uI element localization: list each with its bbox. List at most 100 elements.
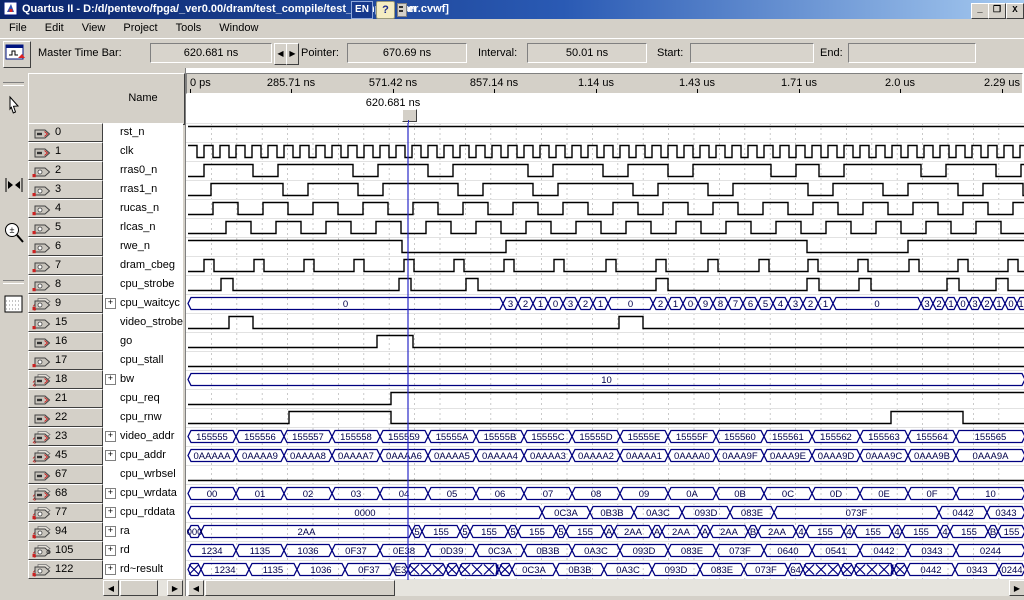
signal-handle-1[interactable]: 1 xyxy=(28,142,103,161)
signal-handle-8[interactable]: 8 xyxy=(28,275,103,294)
expand-plus-icon[interactable]: + xyxy=(105,374,116,385)
menu-item-window[interactable]: Window xyxy=(210,19,267,38)
signal-handle-22[interactable]: 22 xyxy=(28,408,103,427)
signal-name-cpu_stall[interactable]: cpu_stall xyxy=(103,351,183,370)
zoom-tool-icon[interactable]: ± xyxy=(2,220,26,246)
signal-handle-15[interactable]: 15 xyxy=(28,313,103,332)
expand-plus-icon[interactable]: + xyxy=(105,488,116,499)
signal-name-rras1_n[interactable]: rras1_n xyxy=(103,180,183,199)
timeline-ruler[interactable]: 0 ps285.71 ns571.42 ns857.14 ns1.14 us1.… xyxy=(186,73,1023,94)
waveform-hscrollbar[interactable]: ◀ ▶ xyxy=(188,580,1024,596)
signal-name-ra[interactable]: +ra xyxy=(103,522,183,541)
menu-item-file[interactable]: File xyxy=(0,19,36,38)
scrollbar-thumb[interactable] xyxy=(120,580,158,596)
signal-name-video_strobe[interactable]: video_strobe xyxy=(103,313,183,332)
menu-item-project[interactable]: Project xyxy=(114,19,166,38)
signal-handle-94[interactable]: 94 xyxy=(28,522,103,541)
scroll-left-icon[interactable]: ◀ xyxy=(188,580,204,596)
signal-handle-6[interactable]: 6 xyxy=(28,237,103,256)
wave-rucas_n[interactable] xyxy=(188,203,1024,215)
wave-video_addr[interactable]: 15555515555615555715555815555915555A1555… xyxy=(188,431,1024,444)
signal-handle-67[interactable]: 67 xyxy=(28,465,103,484)
signal-name-go[interactable]: go xyxy=(103,332,183,351)
start-field[interactable] xyxy=(690,43,814,63)
scroll-left-icon[interactable]: ◀ xyxy=(103,580,119,596)
end-field[interactable] xyxy=(848,43,976,63)
grid-view-icon[interactable] xyxy=(2,292,26,318)
minimize-button[interactable]: _ xyxy=(971,3,989,19)
waveform-display[interactable]: 0321032102109876543210321032101101555551… xyxy=(186,123,1024,580)
selection-tool-icon[interactable] xyxy=(2,94,26,120)
signal-handle-45[interactable]: 45 xyxy=(28,446,103,465)
signal-handle-17[interactable]: 17 xyxy=(28,351,103,370)
signal-handle-105[interactable]: 105 xyxy=(28,541,103,560)
time-bar-tool-icon[interactable] xyxy=(2,172,26,198)
wave-rd~result[interactable]: 1234113510360F37E30C3A0B3B0A3C093D083E07… xyxy=(188,564,1024,577)
signal-handle-18[interactable]: 18 xyxy=(28,370,103,389)
scroll-right-icon[interactable]: ▶ xyxy=(1009,580,1024,596)
signal-name-bw[interactable]: +bw xyxy=(103,370,183,389)
signal-handle-3[interactable]: 3 xyxy=(28,180,103,199)
signal-handle-16[interactable]: 16 xyxy=(28,332,103,351)
signal-name-cpu_addr[interactable]: +cpu_addr xyxy=(103,446,183,465)
signal-name-rucas_n[interactable]: rucas_n xyxy=(103,199,183,218)
master-time-cursor-handle[interactable] xyxy=(402,109,417,122)
expand-plus-icon[interactable]: + xyxy=(105,431,116,442)
signal-name-cpu_waitcyc[interactable]: +cpu_waitcyc xyxy=(103,294,183,313)
signal-handle-7[interactable]: 7 xyxy=(28,256,103,275)
signal-name-rwe_n[interactable]: rwe_n xyxy=(103,237,183,256)
signal-handle-9[interactable]: 9 xyxy=(28,294,103,313)
signal-name-rd~result[interactable]: +rd~result xyxy=(103,560,183,579)
signal-name-cpu_rddata[interactable]: +cpu_rddata xyxy=(103,503,183,522)
language-bar-options-icon[interactable] xyxy=(397,3,407,17)
language-indicator[interactable]: EN xyxy=(351,1,373,19)
wave-dram_cbeg[interactable] xyxy=(188,260,1024,272)
wave-go[interactable] xyxy=(188,336,1024,348)
signal-handle-68[interactable]: 68 xyxy=(28,484,103,503)
time-bar-strip[interactable]: 620.681 ns xyxy=(186,95,1024,123)
signal-name-clk[interactable]: clk xyxy=(103,142,183,161)
signal-name-rst_n[interactable]: rst_n xyxy=(103,123,183,142)
signal-handle-0[interactable]: 0 xyxy=(28,123,103,142)
signal-handle-4[interactable]: 4 xyxy=(28,199,103,218)
waveform-editor-icon[interactable] xyxy=(3,41,31,68)
expand-plus-icon[interactable]: + xyxy=(105,450,116,461)
expand-plus-icon[interactable]: + xyxy=(105,564,116,575)
signal-handle-77[interactable]: 77 xyxy=(28,503,103,522)
signal-name-cpu_req[interactable]: cpu_req xyxy=(103,389,183,408)
language-help-icon[interactable]: ? xyxy=(376,1,395,19)
signal-handle-5[interactable]: 5 xyxy=(28,218,103,237)
expand-plus-icon[interactable]: + xyxy=(105,298,116,309)
menu-item-view[interactable]: View xyxy=(73,19,115,38)
expand-plus-icon[interactable]: + xyxy=(105,507,116,518)
wave-rd[interactable]: 1234113510360F370E380D390C3A0B3B0A3C093D… xyxy=(188,545,1024,558)
expand-plus-icon[interactable]: + xyxy=(105,526,116,537)
signal-handle-2[interactable]: 2 xyxy=(28,161,103,180)
wave-cpu_addr[interactable]: 0AAAAA0AAAA90AAAA80AAAA70AAAA60AAAA50AAA… xyxy=(188,450,1024,463)
signal-handle-21[interactable]: 21 xyxy=(28,389,103,408)
expand-plus-icon[interactable]: + xyxy=(105,545,116,556)
signal-name-cpu_strobe[interactable]: cpu_strobe xyxy=(103,275,183,294)
name-panel-hscrollbar[interactable]: ◀ ▶ xyxy=(103,580,183,596)
wave-clk[interactable] xyxy=(188,146,1024,158)
time-step-right-button[interactable]: ▶ xyxy=(286,43,299,65)
signal-name-rd[interactable]: +rd xyxy=(103,541,183,560)
signal-name-rras0_n[interactable]: rras0_n xyxy=(103,161,183,180)
signal-name-video_addr[interactable]: +video_addr xyxy=(103,427,183,446)
master-time-bar-field[interactable]: 620.681 ns xyxy=(150,43,272,63)
signal-handle-23[interactable]: 23 xyxy=(28,427,103,446)
scroll-right-icon[interactable]: ▶ xyxy=(167,580,183,596)
close-button[interactable]: X xyxy=(1006,3,1024,19)
menu-item-edit[interactable]: Edit xyxy=(36,19,73,38)
scrollbar-thumb[interactable] xyxy=(205,580,395,596)
signal-handle-122[interactable]: 122 xyxy=(28,560,103,579)
wave-rwe_n[interactable] xyxy=(188,241,1024,253)
restore-button[interactable]: ❐ xyxy=(988,3,1006,19)
signal-name-cpu_wrdata[interactable]: +cpu_wrdata xyxy=(103,484,183,503)
signal-name-cpu_wrbsel[interactable]: cpu_wrbsel xyxy=(103,465,183,484)
signal-name-cpu_rnw[interactable]: cpu_rnw xyxy=(103,408,183,427)
wave-ra[interactable]: 0002AA5155515551555155A2AAA2AAA2AAB2AA41… xyxy=(187,526,1024,539)
menu-item-tools[interactable]: Tools xyxy=(167,19,211,38)
signal-name-dram_cbeg[interactable]: dram_cbeg xyxy=(103,256,183,275)
signal-name-rlcas_n[interactable]: rlcas_n xyxy=(103,218,183,237)
